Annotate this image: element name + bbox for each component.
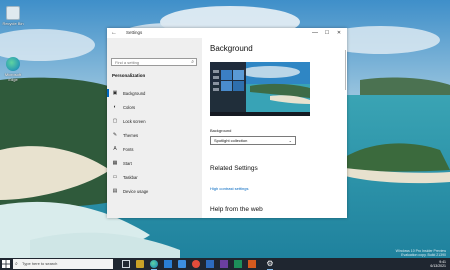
device-usage-icon: ▤ bbox=[112, 188, 118, 194]
sidebar-item-lock-screen[interactable]: ▢ Lock screen bbox=[107, 116, 202, 126]
chevron-down-icon: ⌄ bbox=[288, 138, 292, 143]
sidebar-item-themes[interactable]: ✎ Themes bbox=[107, 130, 202, 140]
background-preview bbox=[210, 62, 310, 116]
sidebar-item-start[interactable]: ▦ Start bbox=[107, 158, 202, 168]
sidebar-item-label: Themes bbox=[123, 133, 139, 138]
edge-icon[interactable] bbox=[150, 260, 158, 270]
dropdown-value: Spotlight collection bbox=[214, 138, 248, 143]
sidebar-item-label: Start bbox=[123, 161, 132, 166]
app-icon[interactable] bbox=[234, 260, 242, 268]
background-type-label: Background bbox=[210, 128, 232, 133]
taskbar: ⌕ Type here to search ⚙ 9:41 6/13/2021 bbox=[0, 258, 450, 270]
sidebar-item-taskbar[interactable]: ▭ Taskbar bbox=[107, 172, 202, 182]
taskbar-icon: ▭ bbox=[112, 174, 118, 180]
desktop-icon-label: Recycle Bin bbox=[2, 21, 24, 26]
close-button[interactable]: ✕ bbox=[334, 29, 344, 37]
taskbar-search-placeholder: Type here to search bbox=[22, 261, 58, 266]
file-explorer-icon[interactable] bbox=[136, 260, 144, 268]
start-icon: ▦ bbox=[112, 160, 118, 166]
photos-icon[interactable] bbox=[206, 260, 214, 268]
sidebar-item-label: Colors bbox=[123, 105, 136, 110]
sidebar-item-label: Fonts bbox=[123, 147, 134, 152]
task-view-icon[interactable] bbox=[122, 260, 130, 268]
related-settings-heading: Related Settings bbox=[210, 165, 258, 172]
search-icon: ⌕ bbox=[191, 59, 194, 65]
brush-icon: ✎ bbox=[112, 132, 118, 138]
media-app-icon[interactable] bbox=[192, 260, 200, 268]
edge-icon bbox=[6, 57, 20, 71]
high-contrast-link[interactable]: High contrast settings bbox=[210, 186, 248, 191]
sidebar-item-colors[interactable]: ◐ Colors bbox=[107, 102, 202, 112]
clock-date: 6/13/2021 bbox=[430, 264, 446, 268]
lock-screen-icon: ▢ bbox=[112, 118, 118, 124]
picture-icon: ▣ bbox=[112, 90, 118, 96]
settings-window: ← Settings — ☐ ✕ Find a setting ⌕ Person… bbox=[107, 28, 347, 218]
desktop-icon-edge[interactable]: Microsoft Edge bbox=[2, 57, 24, 82]
sidebar-item-background[interactable]: ▣ Background bbox=[107, 88, 202, 98]
store-icon[interactable] bbox=[164, 260, 172, 268]
settings-content: Background Background Spotlight collecti… bbox=[202, 38, 347, 218]
sidebar-item-label: Taskbar bbox=[123, 175, 138, 180]
watermark-line: Evaluation copy. Build 21390 bbox=[401, 253, 446, 257]
search-icon: ⌕ bbox=[15, 261, 18, 267]
page-title: Background bbox=[210, 44, 253, 53]
sidebar-item-label: Device usage bbox=[123, 189, 149, 194]
active-indicator bbox=[107, 89, 109, 97]
help-heading: Help from the web bbox=[210, 206, 263, 213]
maximize-button[interactable]: ☐ bbox=[322, 29, 332, 37]
fonts-icon: A bbox=[113, 146, 117, 152]
sidebar-item-label: Lock screen bbox=[123, 119, 146, 124]
scrollbar[interactable] bbox=[344, 50, 346, 90]
taskbar-search-box[interactable]: ⌕ Type here to search bbox=[13, 259, 113, 269]
title-bar: ← Settings — ☐ ✕ bbox=[107, 28, 347, 38]
windows-start-icon[interactable] bbox=[2, 260, 10, 268]
settings-sidebar: Find a setting ⌕ Personalization ▣ Backg… bbox=[107, 38, 202, 218]
desktop-icon-recycle-bin[interactable]: Recycle Bin bbox=[2, 6, 24, 26]
back-arrow-icon[interactable]: ← bbox=[111, 29, 117, 37]
search-placeholder: Find a setting bbox=[115, 60, 140, 65]
app-icon[interactable] bbox=[248, 260, 256, 268]
recycle-bin-icon bbox=[6, 6, 20, 20]
background-type-dropdown[interactable]: Spotlight collection ⌄ bbox=[210, 136, 296, 145]
app-icon[interactable] bbox=[220, 260, 228, 268]
palette-icon: ◐ bbox=[113, 104, 117, 110]
window-title: Settings bbox=[126, 30, 143, 35]
activation-watermark: Windows 10 Pro Insider Preview Evaluatio… bbox=[396, 249, 446, 257]
desktop-icon-label: Microsoft Edge bbox=[4, 72, 22, 82]
sidebar-item-fonts[interactable]: A Fonts bbox=[107, 144, 202, 154]
preview-image bbox=[210, 62, 310, 116]
settings-gear-icon[interactable]: ⚙ bbox=[266, 260, 274, 270]
mail-icon[interactable] bbox=[178, 260, 186, 268]
minimize-button[interactable]: — bbox=[310, 29, 320, 37]
sidebar-section-title: Personalization bbox=[112, 73, 146, 78]
sidebar-item-label: Background bbox=[123, 91, 146, 96]
sidebar-item-device-usage[interactable]: ▤ Device usage bbox=[107, 186, 202, 196]
system-tray-clock[interactable]: 9:41 6/13/2021 bbox=[430, 260, 446, 268]
find-setting-input[interactable]: Find a setting ⌕ bbox=[111, 58, 197, 66]
